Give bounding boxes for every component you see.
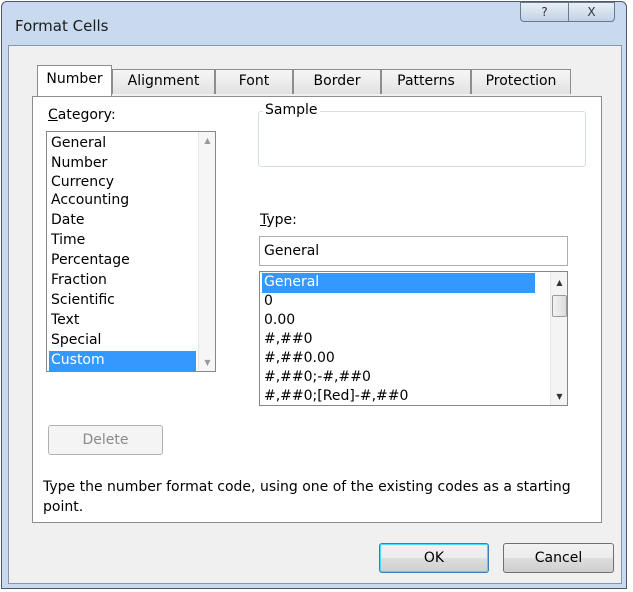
category-item-general[interactable]: General xyxy=(49,134,196,154)
category-listbox[interactable]: General Number Currency Accounting Date … xyxy=(46,131,216,372)
category-item-number[interactable]: Number xyxy=(49,154,196,174)
tab-patterns[interactable]: Patterns xyxy=(381,69,471,94)
category-item-date[interactable]: Date xyxy=(49,211,196,231)
tab-alignment[interactable]: Alignment xyxy=(112,69,215,94)
scroll-down-arrow-icon[interactable]: ▼ xyxy=(199,354,215,371)
sample-groupbox: Sample xyxy=(258,102,586,167)
tab-number[interactable]: Number xyxy=(37,65,112,96)
tab-panel-number: Category: General Number Currency Accoun… xyxy=(32,96,602,523)
category-item-text[interactable]: Text xyxy=(49,311,196,331)
category-item-special[interactable]: Special xyxy=(49,331,196,351)
type-item[interactable]: #,##0.00 xyxy=(262,349,535,369)
format-cells-dialog: Format Cells ? X Number Alignment Font B… xyxy=(1,1,627,589)
scroll-up-arrow-icon[interactable]: ▲ xyxy=(199,132,215,149)
dialog-title: Format Cells xyxy=(15,17,109,35)
type-item[interactable]: 0 xyxy=(262,292,535,312)
type-input[interactable]: General xyxy=(259,236,568,266)
category-item-fraction[interactable]: Fraction xyxy=(49,271,196,291)
category-item-accounting[interactable]: Accounting xyxy=(49,191,196,211)
scroll-down-arrow-icon[interactable]: ▼ xyxy=(551,388,567,405)
type-item[interactable]: 0.00 xyxy=(262,311,535,331)
type-item[interactable]: #,##0;-#,##0 xyxy=(262,368,535,388)
type-listbox[interactable]: General 0 0.00 #,##0 #,##0.00 #,##0;-#,#… xyxy=(259,271,568,406)
dialog-client-area: Number Alignment Font Border Patterns Pr… xyxy=(8,45,622,584)
tab-font[interactable]: Font xyxy=(215,69,293,94)
type-label: Type: xyxy=(260,212,297,228)
description-text: Type the number format code, using one o… xyxy=(43,479,571,515)
ok-button[interactable]: OK xyxy=(379,543,489,573)
category-scrollbar[interactable]: ▲ ▼ xyxy=(198,132,215,371)
tab-protection[interactable]: Protection xyxy=(471,69,571,94)
category-item-currency[interactable]: Currency xyxy=(49,173,196,193)
category-item-percentage[interactable]: Percentage xyxy=(49,251,196,271)
category-label: Category: xyxy=(48,107,116,123)
title-bar[interactable]: Format Cells ? X xyxy=(2,2,626,46)
type-scrollbar[interactable]: ▲ ▼ xyxy=(550,272,567,405)
scroll-up-arrow-icon[interactable]: ▲ xyxy=(551,274,567,291)
type-item[interactable]: #,##0;[Red]-#,##0 xyxy=(262,387,535,405)
category-item-custom[interactable]: Custom xyxy=(49,351,196,371)
help-icon: ? xyxy=(541,5,548,19)
category-item-scientific[interactable]: Scientific xyxy=(49,291,196,311)
category-item-time[interactable]: Time xyxy=(49,231,196,251)
close-button[interactable]: X xyxy=(568,2,615,22)
cancel-button[interactable]: Cancel xyxy=(503,543,614,573)
close-icon: X xyxy=(587,5,596,19)
scroll-thumb[interactable] xyxy=(552,295,567,317)
delete-button[interactable]: Delete xyxy=(48,425,163,455)
type-item[interactable]: #,##0 xyxy=(262,330,535,350)
tab-border[interactable]: Border xyxy=(293,69,381,94)
type-item-general[interactable]: General xyxy=(262,273,535,293)
help-button[interactable]: ? xyxy=(520,2,568,22)
sample-label: Sample xyxy=(263,102,320,118)
